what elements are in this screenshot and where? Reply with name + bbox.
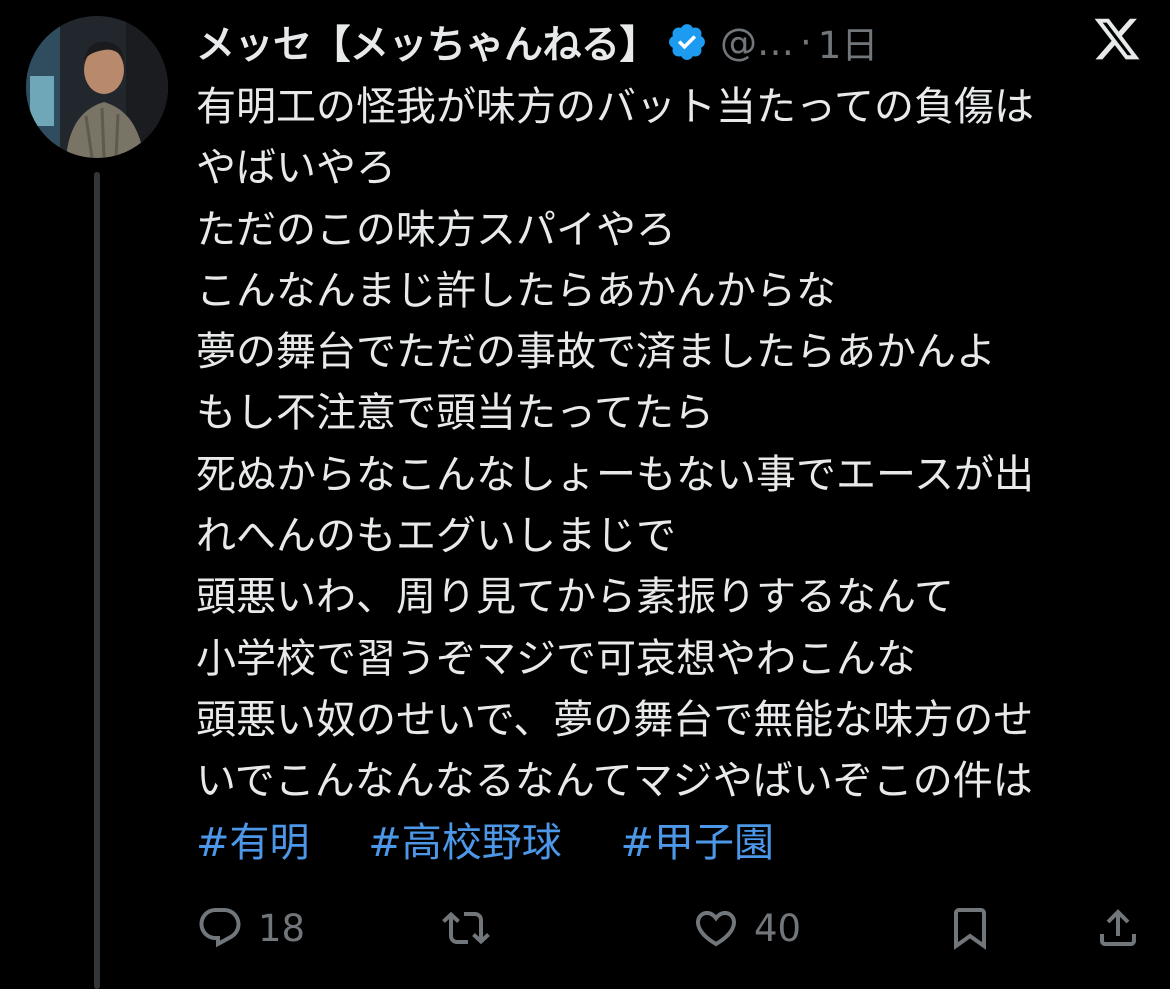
reply-icon [199,908,241,948]
action-bar: 18 40 [196,898,1146,958]
hashtag-list: #有明 #高校野球 #甲子園 [196,813,1146,874]
retweet-button[interactable] [442,898,504,958]
like-button[interactable]: 40 [692,898,801,958]
x-logo-icon[interactable] [1092,14,1142,64]
tweet-text-line: 夢の舞台でただの事故で済ましたらあかんよ [196,329,996,376]
hashtag-link[interactable]: #有明 [196,813,310,874]
separator-dot: · [800,20,812,64]
tweet-text-line: れへんのもエグいしまじで [196,513,676,560]
bookmark-button[interactable] [946,898,994,958]
tweet-text-line: こんなんまじ許したらあかんからな [196,267,836,314]
reply-button[interactable]: 18 [196,898,305,958]
tweet[interactable]: メッセ【メッちゃんねる】 @… · 1日 有明工の怪我が味方のバット当たっての負… [0,0,1170,989]
tweet-text-line: いでこんなんなるなんてマジやばいぞこの件は [196,758,1033,805]
author-handle[interactable]: @… [720,21,794,64]
retweet-icon [442,911,490,945]
tweet-text-line: もし不注意で頭当たってたら [196,390,714,437]
like-count: 40 [754,906,802,950]
avatar[interactable] [26,16,168,158]
bookmark-icon [954,908,986,950]
tweet-text-line: 頭悪い奴のせいで、夢の舞台で無能な味方のせ [196,696,1034,743]
tweet-text-line: 有明工の怪我が味方のバット当たっての負傷は [196,84,1034,130]
share-button[interactable] [1094,898,1142,958]
avatar-photo [26,16,168,158]
tweet-text-line: 小学校で習うぞマジで可哀想やわこんな [196,635,916,682]
tweet-text-line: 頭悪いわ、周り見てから素振りするなんて [196,574,954,621]
hashtag-link[interactable]: #高校野球 [368,813,562,874]
hashtag-link[interactable]: #甲子園 [620,813,774,874]
verified-badge-icon [669,24,705,60]
tweet-text-line: やばいやろ [196,145,396,192]
tweet-text-line: 死ぬからなこんなしょーもない事でエースが出 [196,451,1034,498]
tweet-timestamp[interactable]: 1日 [818,15,879,69]
heart-icon [695,911,737,947]
thread-line [94,172,100,989]
author-display-name[interactable]: メッセ【メッちゃんねる】 [196,14,659,70]
tweet-text: 有明工の怪我が味方のバット当たっての負傷は やばいやろ ただのこの味方スパイやろ… [196,77,1146,874]
reply-count: 18 [258,906,306,950]
tweet-text-line: ただのこの味方スパイやろ [196,206,676,253]
share-icon [1100,909,1136,946]
tweet-header: メッセ【メッちゃんねる】 @… · 1日 [196,12,1076,72]
